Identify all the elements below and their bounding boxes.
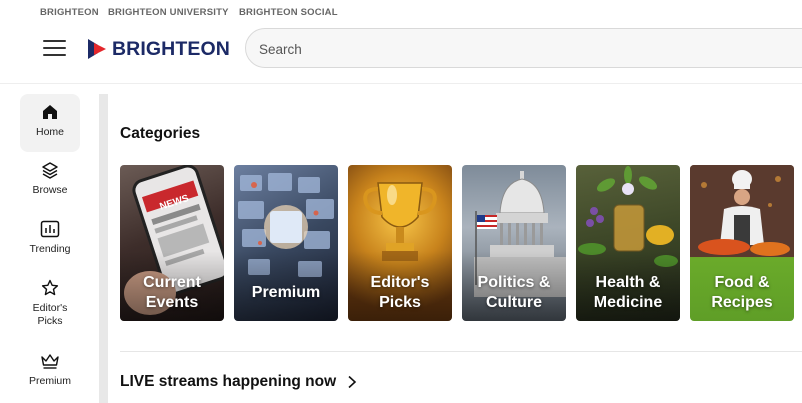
category-card-current-events[interactable]: NEWS Current Events (120, 165, 224, 321)
sidebar-item-home[interactable]: Home (20, 94, 80, 152)
category-card-health-medicine[interactable]: Health & Medicine (576, 165, 680, 321)
brighteon-logo-mark-icon (88, 39, 106, 59)
category-label: Politics & Culture (477, 274, 551, 311)
scrollbar-track[interactable] (99, 94, 108, 403)
sidebar-item-label: Trending (29, 243, 71, 255)
category-label: Editor's Picks (370, 274, 430, 311)
top-link-brighteon-social[interactable]: BRIGHTEON SOCIAL (239, 7, 338, 18)
live-streams-heading: LIVE streams happening now (120, 373, 337, 390)
live-streams-link[interactable]: LIVE streams happening now (120, 373, 358, 391)
category-label: Current Events (143, 274, 201, 311)
category-card-premium[interactable]: Premium (234, 165, 338, 321)
section-divider (120, 351, 802, 352)
sidebar: Home Browse Trending Editor's Picks Prem… (0, 85, 100, 403)
top-link-brighteon-university[interactable]: BRIGHTEON UNIVERSITY (108, 7, 229, 18)
category-label: Food & Recipes (711, 274, 773, 311)
top-link-brighteon[interactable]: BRIGHTEON (40, 7, 99, 18)
home-icon (40, 102, 60, 122)
sidebar-item-trending[interactable]: Trending (20, 211, 80, 269)
sidebar-item-label: Browse (32, 184, 68, 196)
category-card-politics-culture[interactable]: Politics & Culture (462, 165, 566, 321)
category-card-food-recipes[interactable]: Food & Recipes (690, 165, 794, 321)
category-label: Health & Medicine (593, 274, 663, 311)
sidebar-item-browse[interactable]: Browse (20, 152, 80, 210)
sidebar-item-label: Premium (28, 375, 71, 387)
chevron-right-icon (348, 375, 357, 389)
crown-icon (40, 351, 60, 371)
sidebar-item-premium[interactable]: Premium (20, 343, 80, 401)
category-label: Premium (251, 284, 321, 301)
sidebar-item-label: Home (35, 126, 64, 138)
sidebar-item-label: Editor's Picks (32, 302, 68, 327)
categories-heading: Categories (120, 125, 201, 142)
top-links-bar: BRIGHTEON BRIGHTEON UNIVERSITY BRIGHTEON… (0, 0, 802, 24)
search-bar[interactable] (245, 28, 802, 68)
header: BRIGHTEON (0, 24, 802, 84)
sidebar-item-editors-picks[interactable]: Editor's Picks (20, 270, 80, 332)
category-card-editors-picks[interactable]: Editor's Picks (348, 165, 452, 321)
search-input[interactable] (259, 39, 779, 59)
brighteon-logo[interactable]: BRIGHTEON (86, 37, 230, 61)
chart-icon (40, 219, 60, 239)
star-icon (40, 278, 60, 298)
logo-text: BRIGHTEON (112, 37, 230, 60)
menu-icon[interactable] (43, 40, 67, 58)
layers-icon (40, 160, 60, 180)
